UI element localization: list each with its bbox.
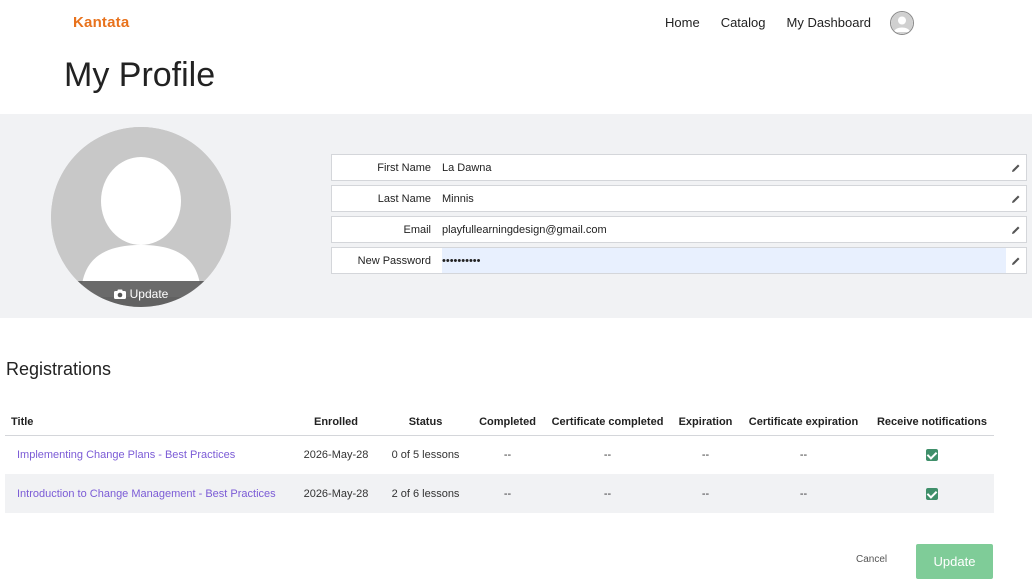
cancel-button[interactable]: Cancel [856,554,887,565]
new-password-label: New Password [357,254,431,267]
avatar-update-button[interactable]: Update [51,281,231,307]
pencil-icon [1012,257,1020,265]
pencil-icon [1012,226,1020,234]
new-password-input[interactable]: •••••••••• [442,248,1006,273]
last-name-label: Last Name [377,192,431,205]
certificate-expiration-cell: -- [799,448,808,461]
course-link[interactable]: Implementing Change Plans - Best Practic… [17,449,235,461]
course-link[interactable]: Introduction to Change Management - Best… [17,488,276,500]
first-name-field[interactable]: First Name La Dawna [331,154,1027,181]
pencil-icon [1012,164,1020,172]
email-field[interactable]: Email playfullearningdesign@gmail.com [331,216,1027,243]
col-certificate-completed[interactable]: Certificate completed [541,409,674,436]
enrolled-cell: 2026-May-28 [303,448,369,461]
user-icon [891,12,913,34]
certificate-completed-cell: -- [603,448,612,461]
registrations-table: Title Enrolled Status Completed Certific… [5,409,994,513]
col-expiration[interactable]: Expiration [674,409,737,436]
edit-email-button[interactable] [1006,217,1026,242]
avatar-silhouette-icon [51,127,231,307]
table-header-row: Title Enrolled Status Completed Certific… [5,409,994,436]
nav-home[interactable]: Home [665,15,700,31]
user-avatar-menu[interactable] [890,11,914,35]
profile-avatar: Update [51,127,231,307]
avatar-update-label: Update [129,287,169,301]
page-title: My Profile [64,56,216,94]
email-value[interactable]: playfullearningdesign@gmail.com [442,217,1006,242]
col-enrolled[interactable]: Enrolled [295,409,377,436]
expiration-cell: -- [674,474,737,513]
top-nav: Home Catalog My Dashboard [665,15,892,31]
pencil-icon [1012,195,1020,203]
email-label: Email [403,223,431,236]
notifications-checkbox[interactable] [926,487,938,500]
nav-catalog[interactable]: Catalog [721,15,766,31]
last-name-value[interactable]: Minnis [442,186,1006,211]
completed-cell: -- [474,474,541,513]
nav-my-dashboard[interactable]: My Dashboard [787,15,872,31]
col-receive-notifications[interactable]: Receive notifications [870,409,994,436]
update-button[interactable]: Update [916,544,993,579]
table-row: Introduction to Change Management - Best… [5,474,994,513]
first-name-label: First Name [377,161,431,174]
enrolled-cell: 2026-May-28 [295,474,377,513]
col-completed[interactable]: Completed [474,409,541,436]
edit-first-name-button[interactable] [1006,155,1026,180]
col-status[interactable]: Status [377,409,474,436]
table-row: Implementing Change Plans - Best Practic… [5,435,994,474]
col-title[interactable]: Title [5,409,295,436]
certificate-expiration-cell: -- [737,474,870,513]
new-password-field[interactable]: New Password •••••••••• [331,247,1027,274]
last-name-field[interactable]: Last Name Minnis [331,185,1027,212]
brand-logo[interactable]: Kantata [73,14,129,31]
camera-icon [113,289,126,299]
expiration-cell: -- [701,448,710,461]
edit-last-name-button[interactable] [1006,186,1026,211]
profile-section: Update First Name La Dawna Last Name Min… [0,114,1032,318]
certificate-completed-cell: -- [541,474,674,513]
status-cell: 2 of 6 lessons [377,474,474,513]
col-certificate-expiration[interactable]: Certificate expiration [737,409,870,436]
first-name-value[interactable]: La Dawna [442,155,1006,180]
registrations-title: Registrations [6,359,112,379]
status-cell: 0 of 5 lessons [391,448,460,461]
completed-cell: -- [503,448,512,461]
notifications-checkbox[interactable] [926,448,938,461]
edit-password-button[interactable] [1006,248,1026,273]
